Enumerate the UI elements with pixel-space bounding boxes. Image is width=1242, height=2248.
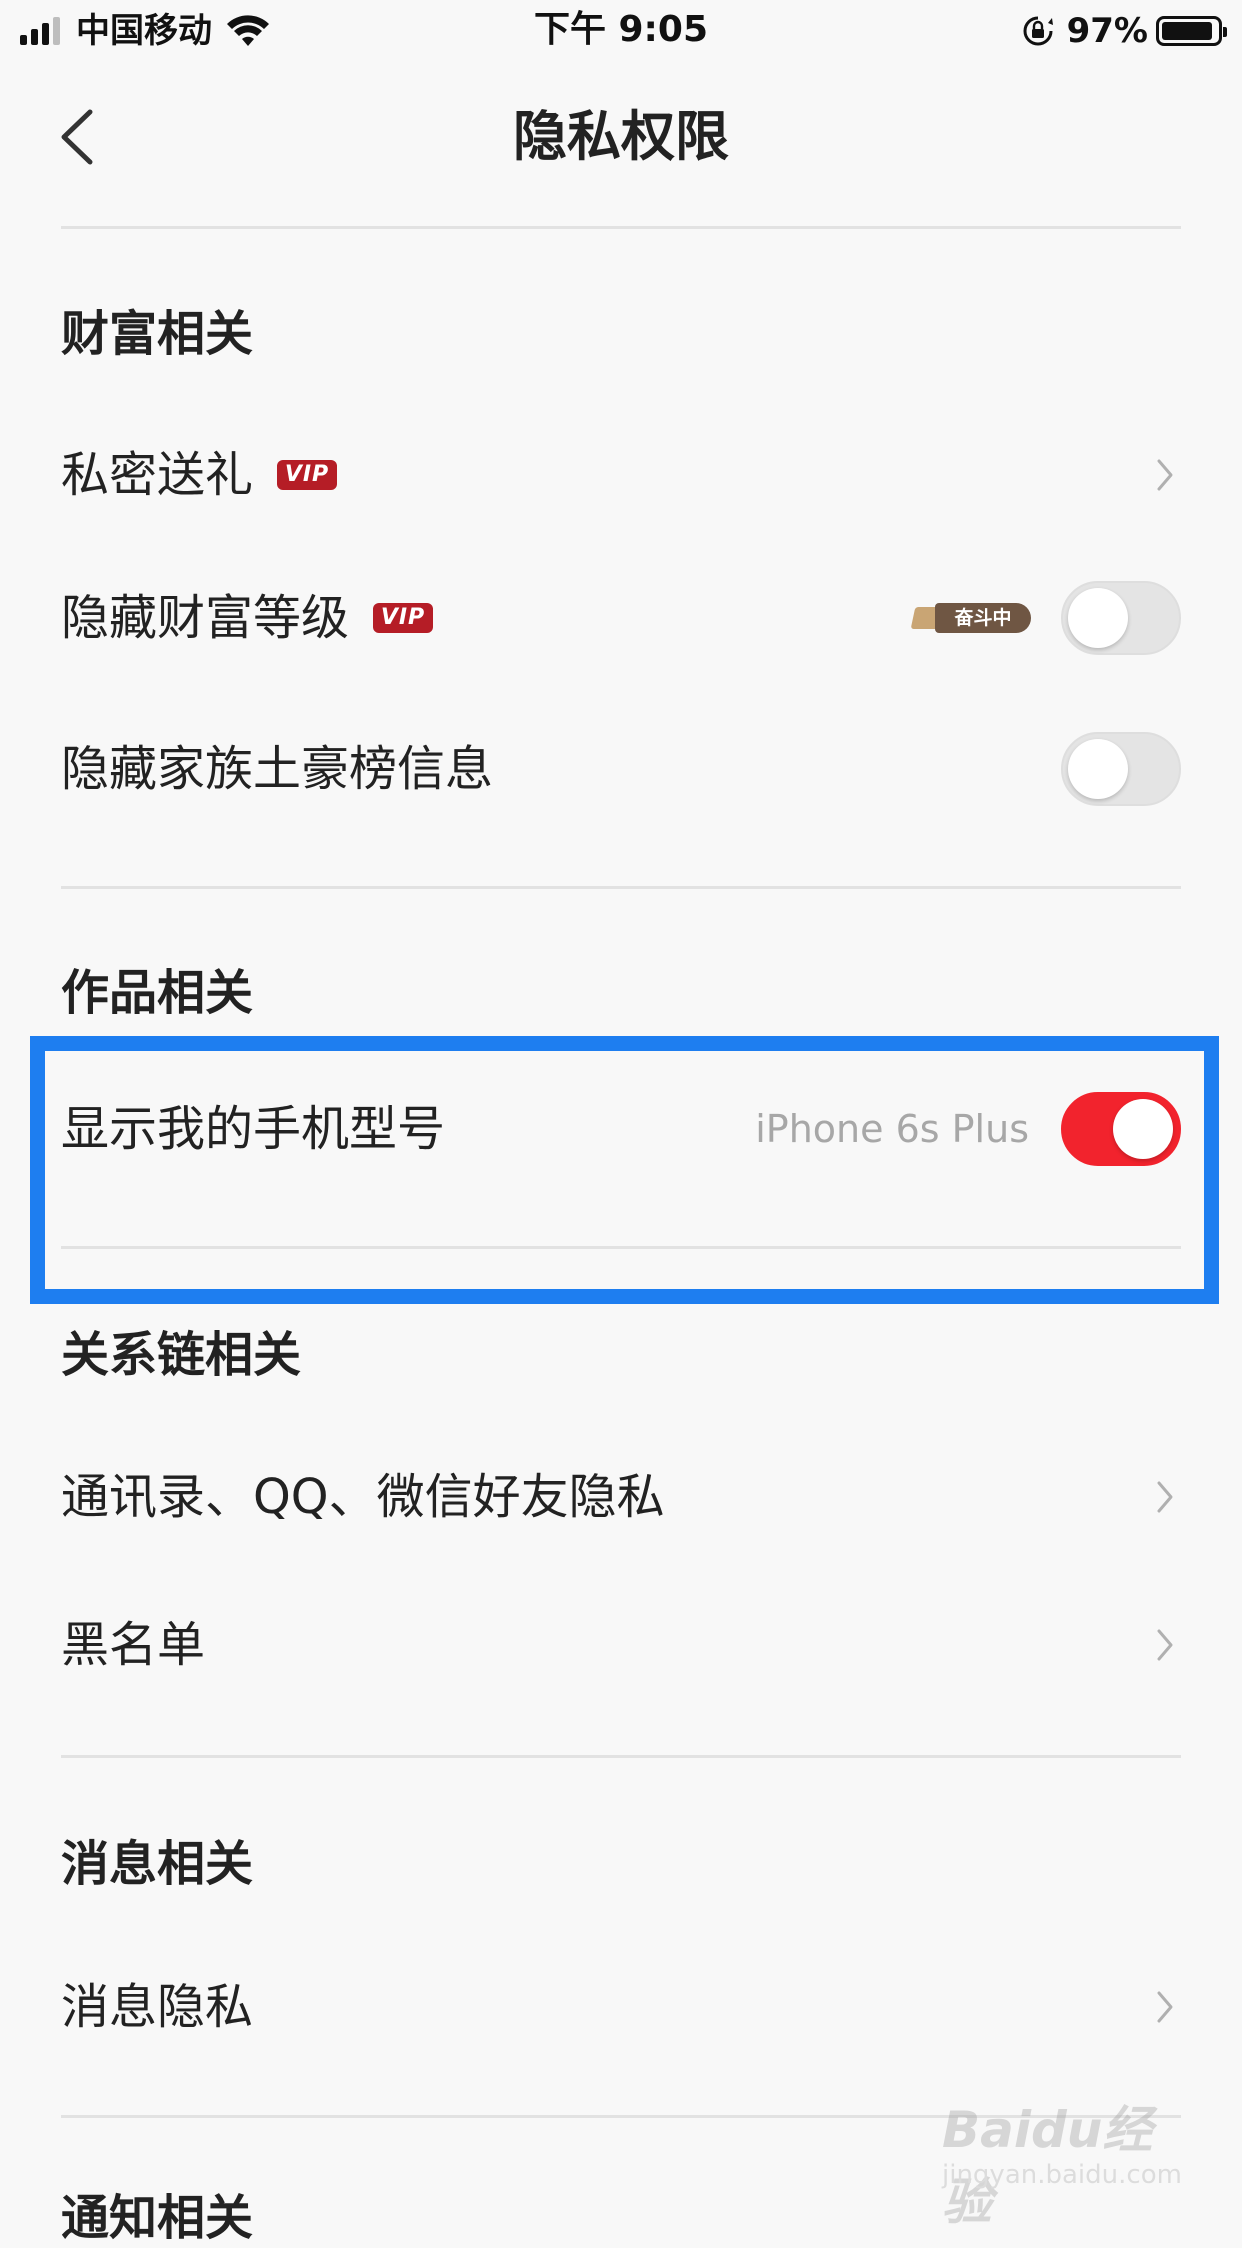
row-private-gift[interactable]: 私密送礼 VIP	[61, 420, 1181, 530]
status-bar: 中国移动 下午 9:05 97%	[0, 0, 1242, 62]
section-title-messages: 消息相关	[61, 1836, 254, 1892]
section-divider	[61, 1755, 1181, 1758]
row-hide-family-rich-list: 隐藏家族土豪榜信息	[61, 714, 1181, 824]
rotation-lock-icon	[1023, 16, 1053, 46]
toggle-knob	[1068, 739, 1128, 799]
chevron-right-icon	[1157, 459, 1173, 491]
row-right	[1155, 1625, 1181, 1665]
nav-bar: 隐私权限	[0, 62, 1242, 227]
hide-family-rich-list-toggle[interactable]	[1061, 732, 1181, 806]
row-right	[1155, 1477, 1181, 1517]
row-right	[1061, 732, 1181, 806]
chevron-right-icon	[1157, 1481, 1173, 1513]
status-right: 97%	[1021, 11, 1227, 51]
hide-wealth-level-label: 隐藏财富等级	[61, 590, 350, 646]
row-right: 奋斗中	[910, 581, 1181, 655]
vip-badge: VIP	[373, 603, 434, 633]
section-title-notifications: 通知相关	[61, 2190, 254, 2246]
section-title-relations: 关系链相关	[61, 1327, 302, 1383]
toggle-knob	[1068, 588, 1128, 648]
row-message-privacy[interactable]: 消息隐私	[61, 1952, 1181, 2062]
section-title-works: 作品相关	[61, 965, 254, 1021]
battery-percent: 97%	[1066, 11, 1148, 51]
row-contacts-privacy[interactable]: 通讯录、QQ、微信好友隐私	[61, 1442, 1181, 1552]
baidu-watermark: Baidu经验 jingyan.baidu.com	[942, 2070, 1182, 2231]
section-title-wealth: 财富相关	[61, 306, 254, 362]
chevron-right-icon	[1157, 1629, 1173, 1661]
nav-divider	[61, 226, 1181, 229]
chevron-right-icon	[1157, 1991, 1173, 2023]
contacts-privacy-label: 通讯录、QQ、微信好友隐私	[61, 1469, 665, 1525]
message-privacy-label: 消息隐私	[61, 1979, 254, 2035]
row-right	[1155, 455, 1181, 495]
hide-wealth-level-toggle[interactable]	[1061, 581, 1181, 655]
page-title: 隐私权限	[513, 105, 729, 168]
section-divider	[61, 886, 1181, 889]
highlight-box	[30, 1036, 1219, 1304]
hide-family-rich-list-label: 隐藏家族土豪榜信息	[61, 741, 494, 797]
private-gift-label: 私密送礼	[61, 447, 254, 503]
blacklist-label: 黑名单	[61, 1617, 206, 1673]
row-blacklist[interactable]: 黑名单	[61, 1590, 1181, 1700]
watermark-url: jingyan.baidu.com	[942, 2160, 1182, 2190]
vip-badge: VIP	[277, 460, 338, 490]
battery-icon	[1156, 16, 1227, 46]
row-hide-wealth-level: 隐藏财富等级 VIP 奋斗中	[61, 563, 1181, 673]
struggle-status-badge: 奋斗中	[910, 603, 1031, 633]
row-right	[1155, 1987, 1181, 2027]
struggle-status-text: 奋斗中	[935, 603, 1031, 633]
